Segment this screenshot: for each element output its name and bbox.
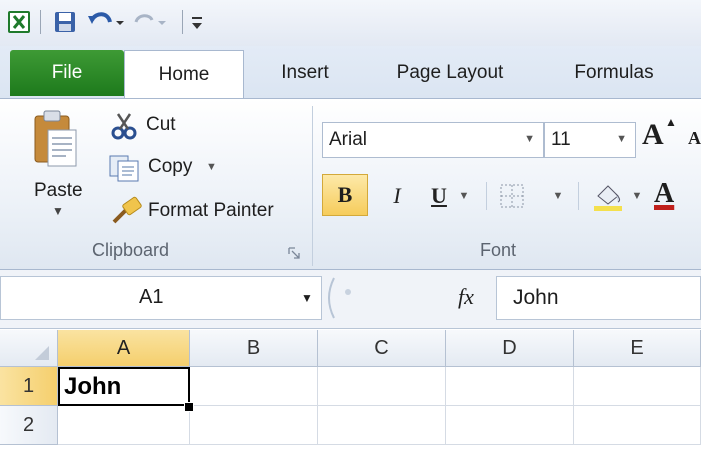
column-header-e[interactable]: E xyxy=(574,330,701,367)
row-header-1[interactable]: 1 xyxy=(0,367,58,406)
chevron-down-icon[interactable]: ▼ xyxy=(524,133,535,145)
cell-a2[interactable] xyxy=(58,406,190,445)
cell-d2[interactable] xyxy=(446,406,574,445)
column-header-a[interactable]: A xyxy=(58,330,190,367)
fill-handle[interactable] xyxy=(184,402,194,412)
column-header-d[interactable]: D xyxy=(446,330,574,367)
excel-icon[interactable] xyxy=(6,9,32,35)
save-icon[interactable] xyxy=(52,9,78,35)
fill-color-dropdown-icon[interactable]: ▼ xyxy=(630,176,644,216)
qat-separator xyxy=(40,10,41,34)
cell-c1[interactable] xyxy=(318,367,446,406)
grow-font-button[interactable]: A xyxy=(642,118,664,152)
fx-icon[interactable]: fx xyxy=(458,284,474,310)
copy-button[interactable]: Copy xyxy=(148,156,192,178)
tab-file[interactable]: File xyxy=(10,50,124,96)
quick-access-toolbar xyxy=(0,0,701,46)
borders-icon[interactable] xyxy=(498,182,526,210)
font-group-label: Font xyxy=(480,240,517,260)
grow-font-caret-icon: ▲ xyxy=(665,115,677,129)
qat-separator xyxy=(182,10,183,34)
cell-e1[interactable] xyxy=(574,367,701,406)
paste-dropdown-icon[interactable]: ▼ xyxy=(52,204,64,218)
font-separator xyxy=(486,182,487,210)
fill-color-icon[interactable] xyxy=(592,180,626,212)
row-header-2[interactable]: 2 xyxy=(0,406,58,445)
font-name-combobox[interactable]: Arial ▼ xyxy=(322,122,544,158)
shrink-font-button[interactable]: A xyxy=(688,128,701,149)
column-header-c[interactable]: C xyxy=(318,330,446,367)
formula-value: John xyxy=(513,286,559,309)
italic-button[interactable]: I xyxy=(380,176,414,216)
cut-icon[interactable] xyxy=(110,112,138,140)
ribbon-tabs: File Home Insert Page Layout Formulas xyxy=(0,46,701,98)
name-box[interactable]: A1 ▼ xyxy=(0,276,322,320)
dialog-launcher-icon[interactable] xyxy=(288,246,300,259)
cell-b2[interactable] xyxy=(190,406,318,445)
formula-input[interactable]: John xyxy=(496,276,701,320)
paste-icon[interactable] xyxy=(30,108,80,172)
underline-dropdown-icon[interactable]: ▼ xyxy=(456,176,472,216)
bold-button[interactable]: B xyxy=(322,174,368,216)
chevron-down-icon[interactable]: ▼ xyxy=(301,291,313,305)
format-painter-icon[interactable] xyxy=(110,196,144,226)
format-painter-button[interactable]: Format Painter xyxy=(148,200,274,222)
font-color-button[interactable]: A xyxy=(654,178,674,210)
tab-page-layout[interactable]: Page Layout xyxy=(380,50,520,96)
group-separator xyxy=(312,106,313,266)
cell-d1[interactable] xyxy=(446,367,574,406)
underline-button[interactable]: U xyxy=(424,176,454,216)
borders-dropdown-icon[interactable]: ▼ xyxy=(550,176,566,216)
tab-insert[interactable]: Insert xyxy=(262,50,348,96)
chevron-down-icon[interactable]: ▼ xyxy=(616,133,627,145)
tab-formulas[interactable]: Formulas xyxy=(558,50,670,96)
cell-c2[interactable] xyxy=(318,406,446,445)
customize-icon[interactable] xyxy=(188,9,206,35)
cell-e2[interactable] xyxy=(574,406,701,445)
font-size-combobox[interactable]: 11 ▼ xyxy=(544,122,636,158)
redo-icon[interactable] xyxy=(132,9,172,35)
column-header-b[interactable]: B xyxy=(190,330,318,367)
formula-bar-controls: fx xyxy=(322,276,496,320)
font-separator xyxy=(578,182,579,210)
select-all-button[interactable] xyxy=(0,330,58,367)
paste-button[interactable]: Paste xyxy=(34,180,83,202)
copy-dropdown-icon[interactable]: ▼ xyxy=(206,161,217,173)
copy-icon[interactable] xyxy=(108,154,142,182)
name-box-value: A1 xyxy=(139,286,164,308)
cell-a1[interactable]: John xyxy=(58,367,190,406)
cell-b1[interactable] xyxy=(190,367,318,406)
font-name-value: Arial xyxy=(329,129,368,150)
cut-button[interactable]: Cut xyxy=(146,114,176,136)
font-size-value: 11 xyxy=(551,129,571,150)
tab-home[interactable]: Home xyxy=(124,50,244,98)
clipboard-group-label: Clipboard xyxy=(92,240,170,260)
undo-icon[interactable] xyxy=(86,9,126,35)
